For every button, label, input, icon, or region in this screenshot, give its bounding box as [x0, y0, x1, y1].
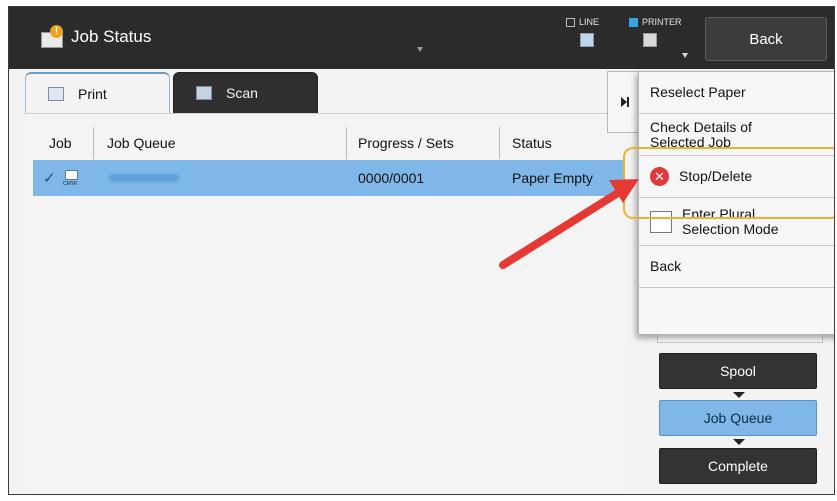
annotation-arrow — [499, 179, 639, 269]
job-status-screen: ! Job Status LINE PRINTER Back Print Sca… — [8, 6, 835, 495]
